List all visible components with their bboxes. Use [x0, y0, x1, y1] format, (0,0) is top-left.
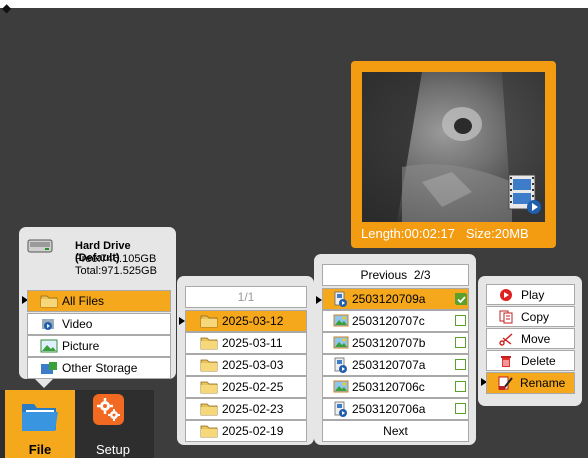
date-folder-item[interactable]: 2025-03-03 [185, 354, 307, 376]
date-folder-item[interactable]: 2025-02-19 [185, 420, 307, 442]
file-tab-label: File [28, 442, 52, 457]
drive-item-label: All Files [62, 294, 105, 308]
file-name: 2503120706a [352, 402, 426, 416]
file-name: 2503120707c [352, 314, 425, 328]
date-page-indicator: 1/1 [185, 286, 307, 308]
drive-item-label: Other Storage [62, 361, 138, 375]
drive-total-space: Total:971.525GB [75, 265, 157, 277]
folder-icon [200, 337, 218, 350]
file-item[interactable]: 2503120707c [322, 310, 469, 332]
file-page-indicator: 2/3 [413, 268, 431, 282]
date-folder-item[interactable]: 2025-03-11 [185, 332, 307, 354]
date-folder-label: 2025-02-19 [222, 424, 284, 438]
file-item[interactable]: 2503120709a [322, 288, 469, 310]
file-name: 2503120706c [352, 380, 425, 394]
delete-button[interactable]: Delete [486, 350, 575, 371]
next-label: Next [383, 424, 408, 438]
drive-item-label: Picture [62, 339, 100, 353]
action-panel: Play Copy Move Delete Rename [478, 276, 582, 406]
play-label: Play [521, 287, 545, 302]
drive-item-all-files[interactable]: All Files [27, 290, 171, 312]
drive-panel: Hard Drive (Default) Free:746.105GB Tota… [19, 227, 176, 379]
storage-icon [41, 362, 57, 374]
file-tab[interactable]: File [5, 390, 75, 458]
folder-icon [200, 359, 218, 372]
file-checkbox[interactable] [455, 359, 466, 370]
video-file-icon [334, 401, 347, 417]
file-checkbox[interactable] [455, 403, 466, 414]
folder-icon [40, 295, 58, 308]
video-preview[interactable]: Length:00:02:17 Size:20MB [351, 61, 556, 248]
folder-icon [200, 425, 218, 438]
date-folder-label: 2025-03-11 [222, 336, 283, 350]
date-folder-item[interactable]: 2025-02-23 [185, 398, 307, 420]
picture-icon [40, 339, 58, 353]
copy-label: Copy [521, 309, 550, 324]
folder-icon [200, 381, 218, 394]
date-folder-item[interactable]: 2025-03-12 [185, 310, 307, 332]
copy-button[interactable]: Copy [486, 306, 575, 327]
move-label: Move [521, 331, 551, 346]
folder-icon [200, 315, 218, 328]
setup-tab-label: Setup [96, 442, 130, 457]
top-marker: ◆ [2, 1, 12, 15]
previous-label: Previous [360, 268, 408, 282]
move-button[interactable]: Move [486, 328, 575, 349]
video-file-icon [508, 174, 541, 214]
setup-tab[interactable]: Setup [78, 390, 148, 458]
check-icon [456, 294, 467, 305]
rename-icon [498, 376, 513, 390]
file-panel: Previous 2/3 2503120709a 2503120707c 25031… [314, 254, 476, 445]
date-folder-label: 2025-02-25 [222, 380, 284, 394]
picture-file-icon [333, 336, 349, 349]
panel-pointer [35, 379, 53, 388]
file-folder-icon [22, 404, 58, 431]
date-panel: 1/1 2025-03-12 2025-03-11 2025-03-03 2025-0… [177, 276, 314, 445]
video-file-icon [334, 357, 347, 373]
delete-label: Delete [521, 353, 556, 368]
file-checkbox[interactable] [455, 337, 466, 348]
file-name: 2503120707b [352, 336, 426, 350]
rename-label: Rename [520, 376, 566, 390]
video-icon [42, 319, 54, 330]
drive-item-label: Video [62, 317, 93, 331]
file-item[interactable]: 2503120706c [322, 376, 469, 398]
folder-icon [200, 403, 218, 416]
play-icon [500, 288, 512, 301]
next-page-button[interactable]: Next [322, 420, 469, 442]
file-checkbox[interactable] [455, 315, 466, 326]
preview-length: Length:00:02:17 [361, 226, 455, 241]
picture-file-icon [333, 380, 349, 393]
drive-free-space: Free:746.105GB [75, 253, 157, 265]
file-item[interactable]: 2503120706a [322, 398, 469, 420]
file-checkbox[interactable] [455, 381, 466, 392]
preview-info: Length:00:02:17 Size:20MB [361, 226, 529, 241]
preview-thumbnail [362, 72, 545, 222]
date-folder-label: 2025-02-23 [222, 402, 284, 416]
drive-item-video[interactable]: Video [27, 313, 171, 335]
video-file-icon [334, 291, 347, 307]
play-button[interactable]: Play [486, 284, 575, 305]
file-name: 2503120707a [352, 358, 426, 372]
file-checkbox[interactable] [455, 293, 467, 305]
date-folder-item[interactable]: 2025-02-25 [185, 376, 307, 398]
file-item[interactable]: 2503120707a [322, 354, 469, 376]
date-folder-label: 2025-03-12 [222, 314, 284, 328]
date-page-text: 1/1 [237, 290, 255, 304]
file-item[interactable]: 2503120707b [322, 332, 469, 354]
drive-item-other-storage[interactable]: Other Storage [27, 357, 171, 379]
preview-size: Size:20MB [465, 226, 529, 241]
hard-drive-icon [27, 239, 53, 253]
scissors-icon [499, 332, 513, 346]
setup-icon-bg [93, 394, 124, 425]
previous-page-button[interactable]: Previous 2/3 [322, 264, 469, 286]
copy-icon [499, 310, 513, 323]
rename-button[interactable]: Rename [486, 372, 575, 394]
drive-item-picture[interactable]: Picture [27, 335, 171, 357]
file-name: 2503120709a [352, 292, 426, 306]
picture-file-icon [333, 314, 349, 327]
gear-icon [97, 398, 120, 421]
date-folder-label: 2025-03-03 [222, 358, 284, 372]
trash-icon [501, 355, 511, 367]
